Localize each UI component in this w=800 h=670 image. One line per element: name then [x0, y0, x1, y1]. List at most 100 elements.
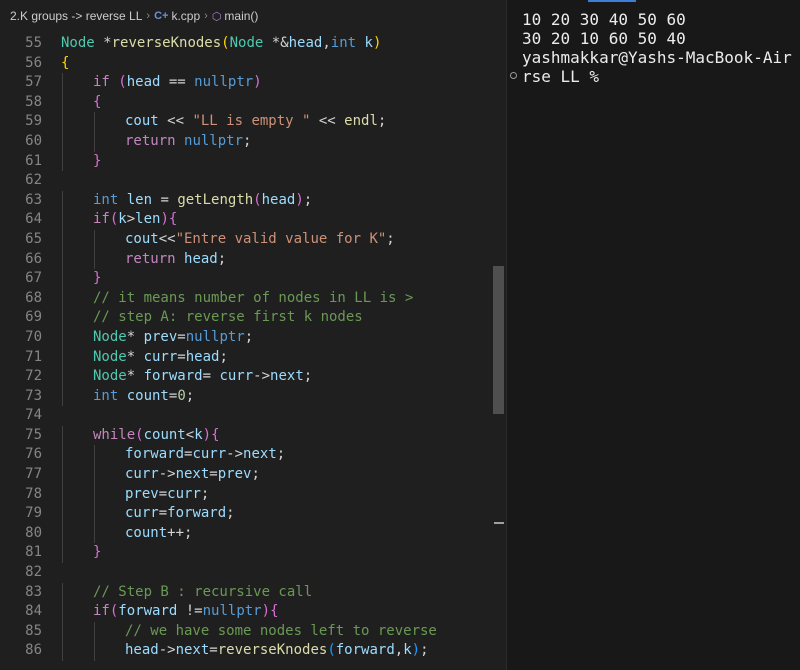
code-line[interactable]: 55 Node *reverseKnodes(Node *&head,int k): [0, 34, 506, 54]
code-text: Node* curr=head;: [93, 348, 228, 368]
indent-guide: [62, 641, 63, 661]
code-token: =: [177, 348, 186, 365]
line-number: 81: [25, 544, 42, 561]
code-token: ==: [160, 74, 195, 91]
code-line[interactable]: 81}: [0, 543, 506, 564]
line-number: 61: [25, 152, 42, 169]
code-token: prev: [217, 466, 252, 483]
code-line[interactable]: 67}: [0, 269, 506, 289]
code-token: forward: [167, 505, 227, 522]
code-token: ;: [200, 485, 210, 502]
code-text: int len = getLength(head);: [93, 191, 312, 211]
code-line[interactable]: 85 // we have some nodes left to reverse: [0, 621, 506, 642]
code-line[interactable]: 62: [0, 171, 506, 191]
line-number: 69: [25, 309, 42, 326]
terminal-line: 30 20 10 60 50 40: [522, 29, 686, 48]
code-token: head: [261, 191, 296, 208]
code-token: getLength: [177, 191, 254, 208]
code-line[interactable]: 65 cout<<"Entre valid value for K";: [0, 229, 506, 250]
code-line[interactable]: 73 int count=0;: [0, 386, 506, 407]
breadcrumb-folder[interactable]: 2.K groups -> reverse LL: [10, 9, 142, 23]
code-line[interactable]: 66 return head;: [0, 249, 506, 270]
code-token: ): [160, 211, 169, 228]
terminal-line: 10 20 30 40 50 60: [522, 10, 686, 29]
code-token: (: [253, 191, 262, 208]
code-line[interactable]: 82: [0, 563, 506, 583]
code-token: ->: [158, 466, 176, 483]
code-token: count: [143, 426, 186, 443]
code-editor[interactable]: 2.K groups -> reverse LL › C+ k.cpp › ⬡ …: [0, 0, 506, 670]
code-area[interactable]: 55 Node *reverseKnodes(Node *&head,int k)…: [0, 34, 506, 661]
code-text: {: [61, 54, 69, 74]
code-line[interactable]: 75 while(count<k){: [0, 425, 506, 446]
code-text: Node *reverseKnodes(Node *&head,int k): [61, 34, 381, 54]
code-line[interactable]: 64 if(k>len){: [0, 210, 506, 230]
breadcrumb-symbol[interactable]: main(): [224, 9, 258, 23]
code-token: k: [194, 426, 203, 443]
code-token: =: [158, 485, 168, 502]
code-text: curr=forward;: [125, 504, 235, 524]
line-number: 73: [25, 387, 42, 404]
code-line[interactable]: 58 {: [0, 92, 506, 113]
code-token: nullptr: [185, 328, 245, 345]
code-line[interactable]: 77 curr->next=prev;: [0, 465, 506, 485]
line-number: 70: [25, 328, 42, 345]
code-token: "LL is empty ": [192, 113, 311, 130]
indent-guide: [94, 445, 95, 466]
code-line[interactable]: 61}: [0, 151, 506, 172]
code-line[interactable]: 78 prev=curr;: [0, 484, 506, 505]
code-token: ->: [253, 368, 271, 385]
code-line[interactable]: 56 {: [0, 54, 506, 74]
code-text: // step A: reverse first k nodes: [93, 308, 363, 328]
code-token: =: [177, 328, 186, 345]
line-number: 64: [25, 211, 42, 228]
code-token: (: [135, 426, 144, 443]
code-token: (: [327, 642, 336, 659]
breadcrumb-file[interactable]: k.cpp: [171, 9, 200, 23]
code-token: Node: [229, 35, 272, 51]
code-token: ;: [226, 505, 235, 522]
indent-guide: [62, 73, 63, 93]
code-token: next: [270, 368, 304, 385]
code-line[interactable]: 69 // step A: reverse first k nodes: [0, 308, 506, 328]
code-line[interactable]: 84 if(forward !=nullptr){: [0, 602, 506, 622]
terminal-panel[interactable]: 10 20 30 40 50 60 30 20 10 60 50 40 yash…: [507, 0, 800, 670]
code-token: >: [126, 211, 136, 228]
code-line[interactable]: 57 if (head == nullptr): [0, 73, 506, 93]
line-number: 75: [25, 426, 42, 443]
code-line[interactable]: 63 int len = getLength(head);: [0, 190, 506, 211]
code-line[interactable]: 72 Node* forward= curr->next;: [0, 367, 506, 387]
code-token: prev: [125, 485, 159, 502]
code-token: ;: [303, 191, 313, 208]
code-token: Node: [93, 328, 127, 345]
code-line[interactable]: 76 forward=curr->next;: [0, 445, 506, 466]
code-line[interactable]: 86 head->next=reverseKnodes(forward,k);: [0, 641, 506, 661]
code-line[interactable]: 68 // it means number of nodes in LL is >: [0, 288, 506, 309]
code-line[interactable]: 71 Node* curr=head;: [0, 347, 506, 368]
code-text: // it means number of nodes in LL is >: [93, 289, 413, 309]
code-line[interactable]: 70 Node* prev=nullptr;: [0, 327, 506, 348]
indent-guide: [94, 249, 95, 270]
code-line[interactable]: 60 return nullptr;: [0, 131, 506, 152]
code-token: ;: [251, 466, 260, 483]
code-token: ;: [377, 113, 387, 130]
code-token: (: [118, 74, 127, 91]
vertical-scrollbar[interactable]: [493, 266, 504, 414]
indent-guide: [62, 190, 63, 211]
code-text: prev=curr;: [125, 485, 209, 505]
code-line[interactable]: 59 cout << "LL is empty " << endl;: [0, 112, 506, 132]
indent-guide: [62, 621, 63, 642]
code-token: *: [103, 35, 112, 51]
code-text: curr->next=prev;: [125, 465, 260, 485]
code-token: "Entre valid value for K": [175, 230, 387, 247]
code-text: cout << "LL is empty " << endl;: [125, 112, 386, 132]
code-token: prev: [143, 328, 178, 345]
code-line[interactable]: 79 curr=forward;: [0, 504, 506, 524]
code-line[interactable]: 74: [0, 406, 506, 426]
code-line[interactable]: 80 count++;: [0, 523, 506, 544]
indent-guide: [62, 151, 63, 172]
code-token: =: [202, 368, 220, 385]
code-token: {: [93, 93, 102, 110]
code-text: // Step B : recursive call: [93, 583, 312, 603]
code-line[interactable]: 83 // Step B : recursive call: [0, 582, 506, 603]
